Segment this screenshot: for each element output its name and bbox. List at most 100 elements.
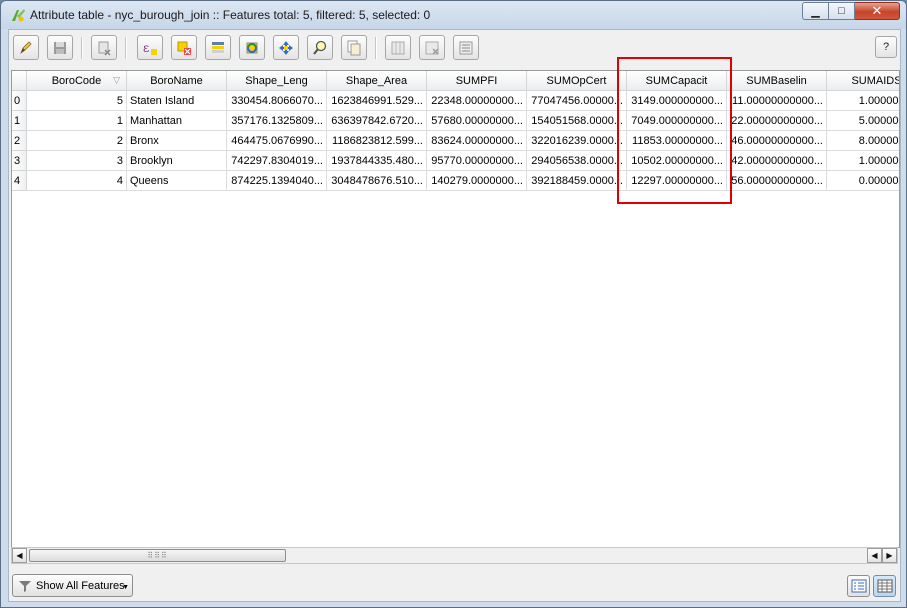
table-cell[interactable]: 1.000000000: [827, 151, 899, 171]
column-header-label: Shape_Leng: [245, 74, 308, 87]
form-view-button[interactable]: [847, 575, 870, 597]
table-cell[interactable]: 22.00000000000...: [727, 111, 827, 131]
table-cell[interactable]: 77047456.00000...: [527, 91, 627, 111]
table-cell[interactable]: 83624.00000000...: [427, 131, 527, 151]
table-cell[interactable]: 5: [27, 91, 127, 111]
table-cell[interactable]: Queens: [127, 171, 227, 191]
table-cell[interactable]: Brooklyn: [127, 151, 227, 171]
row-header[interactable]: 4: [12, 171, 27, 191]
column-header-boroname[interactable]: BoroName: [127, 71, 227, 91]
move-selection-to-top-button[interactable]: [205, 35, 231, 60]
column-header-sumopcert[interactable]: SUMOpCert: [527, 71, 627, 91]
help-button[interactable]: ?: [875, 36, 897, 58]
highlight-rectangle: [617, 57, 732, 204]
show-all-features-dropdown[interactable]: Show All Features ▼: [12, 574, 133, 597]
toolbar: ε: [13, 35, 897, 63]
table-cell[interactable]: 392188459.0000...: [527, 171, 627, 191]
scroll-left-end-button[interactable]: ◀: [867, 548, 882, 563]
column-header-label: SUMBaselin: [746, 74, 807, 87]
move-selection-top-icon: [212, 41, 224, 53]
qgis-logo-icon: [10, 7, 26, 23]
deselect-all-button[interactable]: [171, 35, 197, 60]
table-cell[interactable]: Bronx: [127, 131, 227, 151]
minimize-icon: ▁: [811, 5, 820, 18]
row-header[interactable]: 0: [12, 91, 27, 111]
close-button[interactable]: ✕: [855, 2, 900, 20]
minimize-button[interactable]: ▁: [802, 2, 829, 20]
row-header[interactable]: 2: [12, 131, 27, 151]
pan-to-selected-button[interactable]: [273, 35, 299, 60]
table-cell[interactable]: 57680.00000000...: [427, 111, 527, 131]
table-cell[interactable]: 1.000000000: [827, 91, 899, 111]
table-cell[interactable]: 464475.0676990...: [227, 131, 327, 151]
select-by-expression-button[interactable]: ε: [137, 35, 163, 60]
row-header[interactable]: 3: [12, 151, 27, 171]
row-header[interactable]: 1: [12, 111, 27, 131]
column-header-borocode[interactable]: BoroCode ▽: [27, 71, 127, 91]
field-calculator-icon: [459, 41, 473, 54]
sort-arrow-icon: ▽: [113, 75, 120, 85]
delete-selected-button[interactable]: [91, 35, 117, 60]
table-cell[interactable]: 5.000000000: [827, 111, 899, 131]
column-header-label: Shape_Area: [345, 74, 408, 87]
arrow-left-icon: ◀: [16, 551, 23, 560]
show-all-label: Show All Features: [36, 579, 125, 592]
table-cell[interactable]: 294056538.0000...: [527, 151, 627, 171]
table-cell[interactable]: 330454.8066070...: [227, 91, 327, 111]
scroll-left-button[interactable]: ◀: [12, 548, 27, 563]
maximize-button[interactable]: □: [829, 2, 855, 20]
table-cell[interactable]: 0.000000000: [827, 171, 899, 191]
table-cell[interactable]: 22348.00000000...: [427, 91, 527, 111]
horizontal-scrollbar[interactable]: ◀ ⠿⠿⠿ ◀ ▶: [11, 547, 898, 564]
column-header-shape_leng[interactable]: Shape_Leng: [227, 71, 327, 91]
column-header-label: BoroCode: [51, 74, 102, 87]
table-corner[interactable]: [12, 71, 27, 91]
column-header-sumaids[interactable]: SUMAIDS: [827, 71, 899, 91]
table-cell[interactable]: 4: [27, 171, 127, 191]
table-cell[interactable]: Staten Island: [127, 91, 227, 111]
copy-rows-button[interactable]: [341, 35, 367, 60]
table-cell[interactable]: 636397842.6720...: [327, 111, 427, 131]
table-cell[interactable]: 357176.1325809...: [227, 111, 327, 131]
column-header-sumpfi[interactable]: SUMPFI: [427, 71, 527, 91]
table-cell[interactable]: Manhattan: [127, 111, 227, 131]
table-cell[interactable]: 3048478676.510...: [327, 171, 427, 191]
table-cell[interactable]: 2: [27, 131, 127, 151]
table-cell[interactable]: 56.00000000000...: [727, 171, 827, 191]
close-icon: ✕: [871, 3, 883, 18]
table-cell[interactable]: 3: [27, 151, 127, 171]
new-column-button[interactable]: [385, 35, 411, 60]
table-cell[interactable]: 154051568.0000...: [527, 111, 627, 131]
table-cell[interactable]: 140279.0000000...: [427, 171, 527, 191]
scroll-thumb[interactable]: ⠿⠿⠿: [29, 549, 286, 562]
maximize-icon: □: [838, 5, 845, 17]
scroll-right-button[interactable]: ▶: [882, 548, 897, 563]
zoom-to-selected-button[interactable]: [307, 35, 333, 60]
column-header-sumbaselin[interactable]: SUMBaselin: [727, 71, 827, 91]
save-edits-button[interactable]: [47, 35, 73, 60]
invert-selection-button[interactable]: [239, 35, 265, 60]
invert-selection-icon: [246, 42, 258, 53]
column-header-shape_area[interactable]: Shape_Area: [327, 71, 427, 91]
table-cell[interactable]: 95770.00000000...: [427, 151, 527, 171]
table-cell[interactable]: 11.00000000000...: [727, 91, 827, 111]
delete-column-icon: [425, 41, 439, 54]
table-cell[interactable]: 8.000000000: [827, 131, 899, 151]
table-cell[interactable]: 742297.8304019...: [227, 151, 327, 171]
table-cell[interactable]: 42.00000000000...: [727, 151, 827, 171]
table-cell[interactable]: 1186823812.599...: [327, 131, 427, 151]
table-cell[interactable]: 1937844335.480...: [327, 151, 427, 171]
attribute-table[interactable]: BoroCode ▽ BoroName Shape_Leng Shape_Area SUM…: [11, 70, 900, 548]
client-area: ε ? BoroCode ▽ BoroName Shape_Leng Shape…: [8, 29, 901, 602]
toggle-editing-button[interactable]: [13, 35, 39, 60]
delete-column-button[interactable]: [419, 35, 445, 60]
table-cell[interactable]: 322016239.0000...: [527, 131, 627, 151]
table-cell[interactable]: 46.00000000000...: [727, 131, 827, 151]
pan-map-icon: [279, 40, 293, 55]
grip-icon: ⠿⠿⠿: [147, 551, 168, 560]
field-calculator-button[interactable]: [453, 35, 479, 60]
table-cell[interactable]: 1623846991.529...: [327, 91, 427, 111]
table-cell[interactable]: 1: [27, 111, 127, 131]
table-view-button[interactable]: [873, 575, 896, 597]
table-cell[interactable]: 874225.1394040...: [227, 171, 327, 191]
